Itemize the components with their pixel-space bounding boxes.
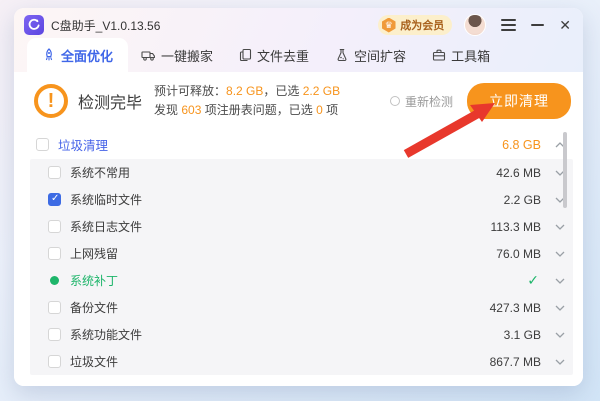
checkbox[interactable]: [48, 328, 61, 341]
app-title: C盘助手_V1.0.13.56: [51, 17, 160, 34]
checkbox[interactable]: [48, 301, 61, 314]
checkbox-checked[interactable]: [48, 193, 61, 206]
member-badge-button[interactable]: ♛ 成为会员: [378, 15, 452, 35]
list-item[interactable]: 上网残留 76.0 MB: [30, 240, 573, 267]
truck-icon: [141, 48, 156, 62]
window-header: C盘助手_V1.0.13.56 ♛ 成为会员 ✕ 全面优化 一键搬家: [14, 8, 583, 72]
reclaimable-size: 8.2 GB: [226, 84, 263, 98]
green-dot-icon: [50, 276, 59, 285]
group-size: 6.8 GB: [502, 138, 541, 152]
radio-icon: [390, 96, 400, 106]
scrollbar-thumb[interactable]: [563, 132, 567, 208]
main-content: ! 检测完毕 预计可释放：8.2 GB，已选 2.2 GB 发现 603 项注册…: [14, 78, 583, 386]
group-label: 垃圾清理: [58, 135, 108, 154]
tab-full-optimize[interactable]: 全面优化: [27, 38, 128, 72]
registry-selected-count: 0: [316, 103, 323, 117]
list-item[interactable]: 系统不常用 42.6 MB: [30, 159, 573, 186]
chevron-down-icon[interactable]: [555, 305, 565, 311]
list-item[interactable]: 垃圾文件 867.7 MB: [30, 348, 573, 375]
checkbox[interactable]: [48, 220, 61, 233]
member-badge-label: 成为会员: [400, 17, 444, 33]
scan-status-title: 检测完毕: [78, 89, 142, 113]
checkbox[interactable]: [48, 247, 61, 260]
tab-one-key-move[interactable]: 一键搬家: [128, 38, 226, 72]
scan-summary: ! 检测完毕 预计可释放：8.2 GB，已选 2.2 GB 发现 603 项注册…: [34, 78, 571, 124]
user-avatar[interactable]: [464, 14, 486, 36]
group-items: 系统不常用 42.6 MB 系统临时文件 2.2 GB 系统日志文件 11: [30, 159, 573, 375]
flask-icon: [335, 48, 349, 62]
chevron-down-icon[interactable]: [555, 359, 565, 365]
list-item[interactable]: 系统日志文件 113.3 MB: [30, 213, 573, 240]
list-item-completed[interactable]: 系统补丁 ✓: [30, 267, 573, 294]
close-button[interactable]: ✕: [559, 18, 571, 32]
tab-label: 工具箱: [451, 46, 490, 65]
scan-details: 预计可释放：8.2 GB，已选 2.2 GB 发现 603 项注册表问题，已选 …: [154, 82, 340, 120]
app-logo-icon: [24, 15, 44, 35]
checkbox[interactable]: [36, 138, 49, 151]
list-item[interactable]: 系统功能文件 3.1 GB: [30, 321, 573, 348]
recheck-label: 重新检测: [405, 93, 453, 110]
registry-line: 发现 603 项注册表问题，已选 0 项: [154, 101, 340, 120]
chevron-down-icon[interactable]: [555, 251, 565, 257]
rocket-icon: [42, 48, 56, 62]
tab-label: 全面优化: [61, 46, 113, 65]
minimize-button[interactable]: [531, 24, 544, 26]
selected-size: 2.2 GB: [303, 84, 340, 98]
reclaimable-line: 预计可释放：8.2 GB，已选 2.2 GB: [154, 82, 340, 101]
app-window: C盘助手_V1.0.13.56 ♛ 成为会员 ✕ 全面优化 一键搬家: [14, 8, 583, 386]
list-item[interactable]: 系统临时文件 2.2 GB: [30, 186, 573, 213]
list-item[interactable]: 备份文件 427.3 MB: [30, 294, 573, 321]
crown-icon: ♛: [381, 18, 396, 33]
checkbox[interactable]: [48, 355, 61, 368]
menu-button[interactable]: [501, 17, 516, 33]
chevron-down-icon[interactable]: [555, 278, 565, 284]
tabbar: 全面优化 一键搬家 文件去重 空间扩容 工具箱: [14, 38, 583, 72]
tab-label: 一键搬家: [161, 46, 213, 65]
duplicate-file-icon: [239, 48, 252, 62]
tab-file-dedupe[interactable]: 文件去重: [226, 38, 322, 72]
tab-label: 空间扩容: [354, 46, 406, 65]
toolbox-icon: [432, 48, 446, 62]
checkbox[interactable]: [48, 166, 61, 179]
group-row-junk-cleanup[interactable]: 垃圾清理 6.8 GB: [30, 130, 573, 159]
chevron-down-icon[interactable]: [555, 332, 565, 338]
cleanup-list: 垃圾清理 6.8 GB 系统不常用 42.6 MB 系统临时文件 2.2: [30, 130, 573, 375]
exclamation-icon: !: [34, 84, 68, 118]
tab-toolbox[interactable]: 工具箱: [419, 38, 503, 72]
clean-now-button[interactable]: 立即清理: [467, 83, 571, 119]
completed-check-icon: ✓: [527, 272, 539, 289]
tab-space-expand[interactable]: 空间扩容: [322, 38, 419, 72]
titlebar: C盘助手_V1.0.13.56 ♛ 成为会员 ✕: [14, 8, 583, 38]
registry-issue-count: 603: [181, 103, 201, 117]
tab-label: 文件去重: [257, 46, 309, 65]
recheck-button[interactable]: 重新检测: [390, 93, 453, 110]
chevron-down-icon[interactable]: [555, 224, 565, 230]
